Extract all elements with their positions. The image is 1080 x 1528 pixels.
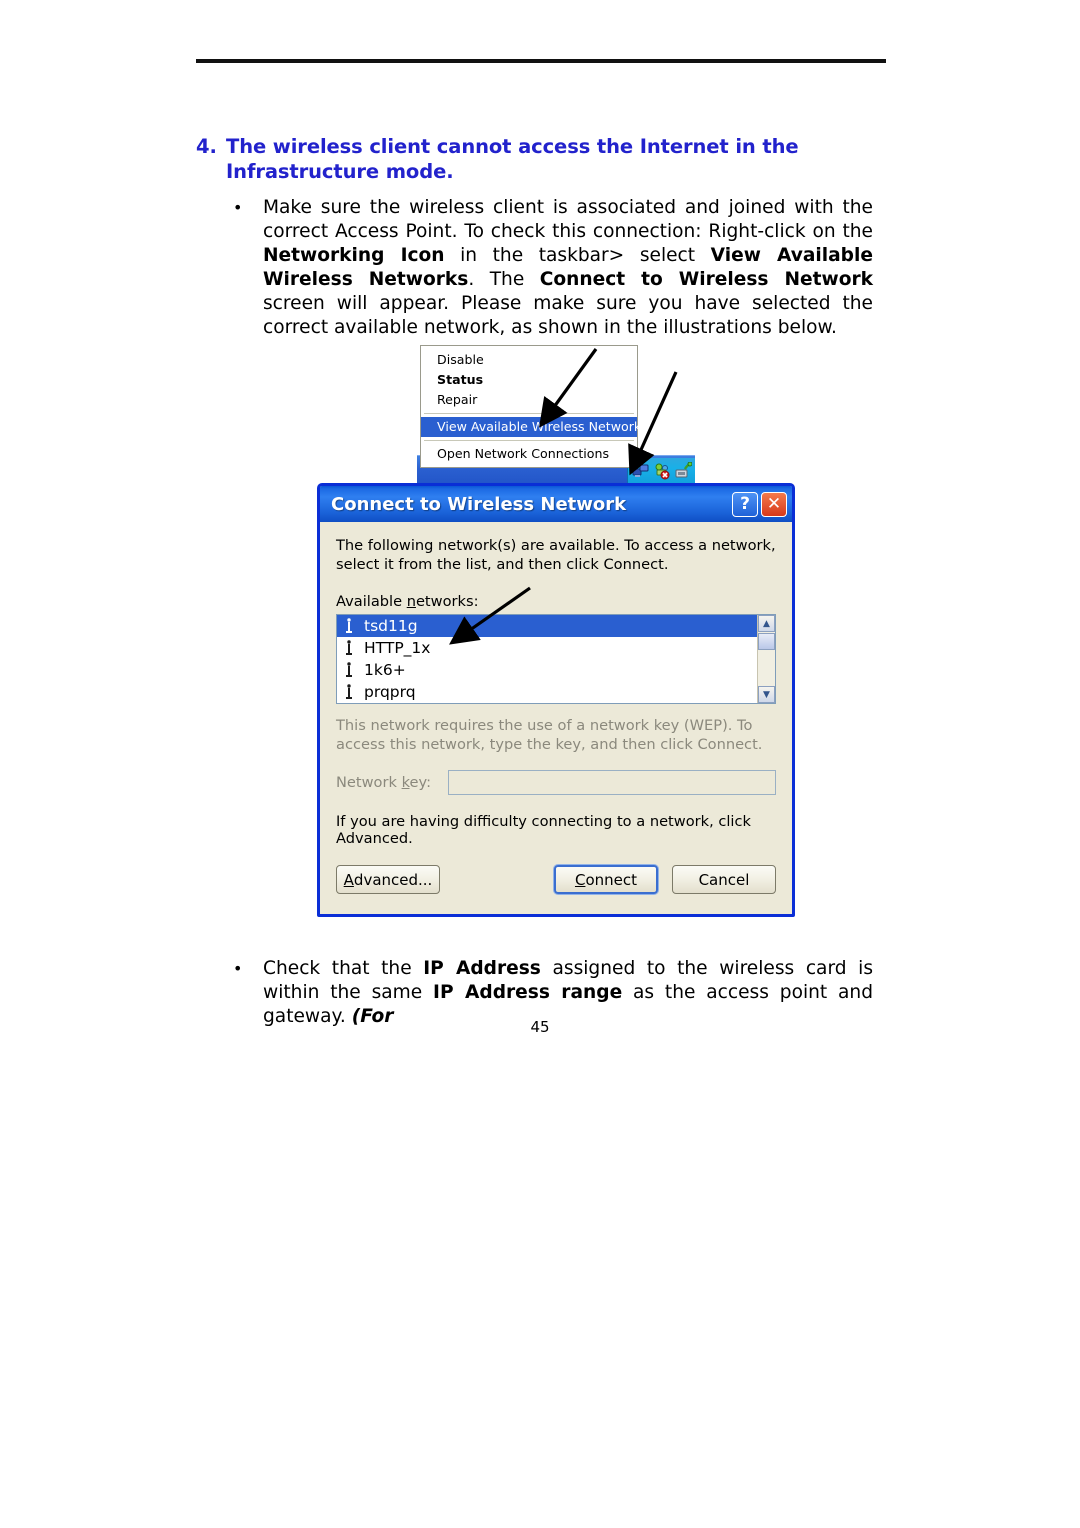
page-number: 45	[530, 1018, 550, 1036]
annotation-arrows	[449, 348, 678, 645]
arrow-to-selected-network	[449, 586, 531, 645]
arrow-to-tray-icon	[628, 371, 678, 476]
arrow-to-menu-item	[538, 348, 598, 428]
bullet-marker: •	[233, 959, 243, 978]
illustration-figure: Disable Status Repair View Available Wir…	[0, 0, 1080, 1528]
